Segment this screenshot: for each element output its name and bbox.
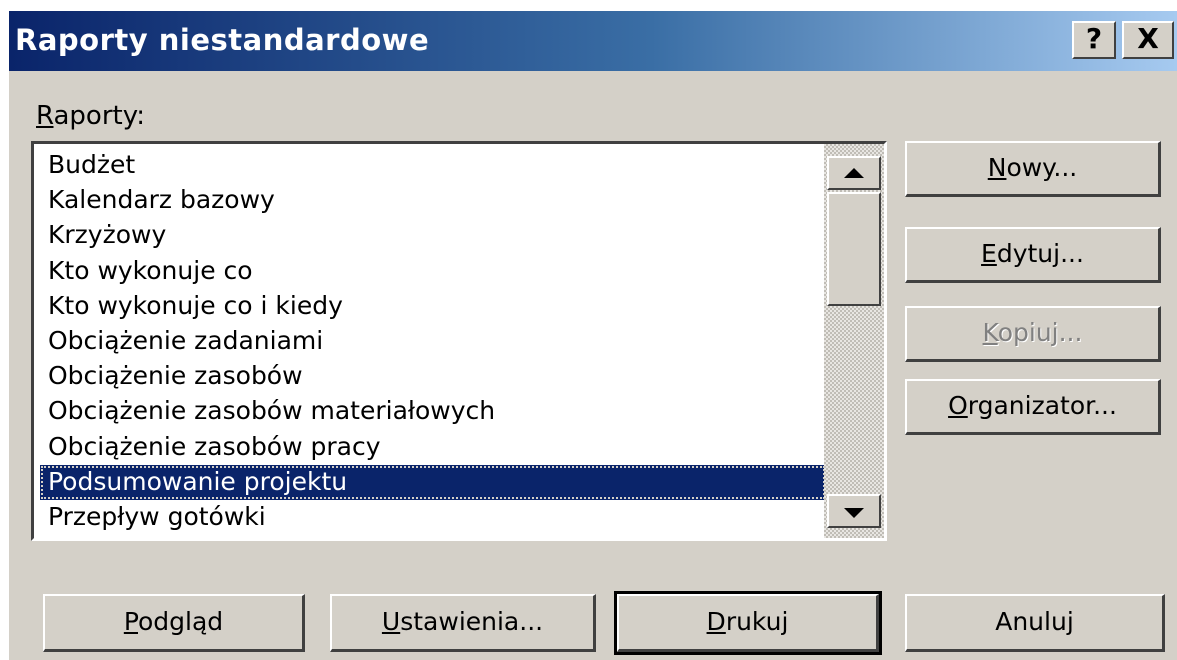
- print-button-mnemonic: D: [706, 607, 726, 636]
- reports-label: Raporty:: [36, 101, 145, 131]
- cancel-button[interactable]: Anuluj: [905, 594, 1165, 652]
- edit-button-label: dytuj...: [996, 239, 1084, 268]
- setup-button-mnemonic: U: [381, 607, 401, 636]
- reports-label-text: aporty:: [53, 101, 145, 131]
- help-button[interactable]: ?: [1072, 21, 1116, 59]
- new-button[interactable]: Nowy...: [905, 141, 1161, 197]
- custom-reports-dialog: Raporty niestandardowe ? X Raporty: Budż…: [6, 8, 1177, 660]
- print-button-label: rukuj: [725, 607, 789, 636]
- new-button-label: owy...: [1006, 153, 1078, 182]
- window-title: Raporty niestandardowe: [15, 23, 430, 57]
- preview-button-label: odgląd: [138, 607, 224, 636]
- preview-button-mnemonic: P: [123, 607, 138, 636]
- scroll-thumb[interactable]: [827, 192, 881, 306]
- new-button-mnemonic: N: [987, 153, 1007, 182]
- preview-button[interactable]: Podgląd: [43, 594, 305, 652]
- arrow-up-icon: [844, 168, 864, 178]
- report-list-item[interactable]: Krzyżowy: [40, 218, 826, 253]
- report-list-item[interactable]: Obciążenie zadaniami: [40, 324, 826, 359]
- organizer-button-mnemonic: O: [948, 391, 968, 420]
- scroll-down-button[interactable]: [827, 494, 881, 528]
- report-list-item[interactable]: Kalendarz bazowy: [40, 183, 826, 218]
- report-list-item[interactable]: Podsumowanie projektu: [40, 464, 826, 500]
- organizer-button[interactable]: Organizator...: [905, 379, 1161, 435]
- report-list-item[interactable]: Przepływ gotówki: [40, 500, 826, 535]
- organizer-button-label: rganizator...: [967, 391, 1117, 420]
- report-list-item[interactable]: Budżet: [40, 148, 826, 183]
- help-icon: ?: [1085, 22, 1103, 55]
- copy-button-label: opiuj...: [997, 318, 1083, 347]
- report-list-item[interactable]: Obciążenie zasobów pracy: [40, 430, 826, 465]
- title-bar[interactable]: Raporty niestandardowe ? X: [9, 11, 1177, 71]
- vertical-scrollbar[interactable]: [824, 144, 884, 538]
- report-list-item[interactable]: Kto wykonuje co: [40, 254, 826, 289]
- setup-button-label: stawienia...: [400, 607, 544, 636]
- close-button[interactable]: X: [1122, 21, 1174, 59]
- edit-button[interactable]: Edytuj...: [905, 227, 1161, 283]
- reports-list[interactable]: Budżet Kalendarz bazowy Krzyżowy Kto wykonu…: [40, 148, 826, 535]
- setup-button[interactable]: Ustawienia...: [330, 594, 596, 652]
- print-button[interactable]: Drukuj: [614, 591, 882, 655]
- report-list-item[interactable]: Kto wykonuje co i kiedy: [40, 289, 826, 324]
- arrow-down-icon: [844, 508, 864, 518]
- edit-button-mnemonic: E: [981, 239, 997, 268]
- report-list-item[interactable]: Obciążenie zasobów materiałowych: [40, 394, 826, 429]
- close-icon: X: [1137, 22, 1159, 55]
- scroll-up-button[interactable]: [827, 156, 881, 190]
- reports-listbox[interactable]: Budżet Kalendarz bazowy Krzyżowy Kto wykonu…: [31, 141, 887, 541]
- report-list-item[interactable]: Obciążenie zasobów: [40, 359, 826, 394]
- copy-button-mnemonic: K: [982, 318, 998, 347]
- copy-button[interactable]: Kopiuj...: [905, 306, 1161, 362]
- reports-label-mnemonic: R: [36, 101, 54, 131]
